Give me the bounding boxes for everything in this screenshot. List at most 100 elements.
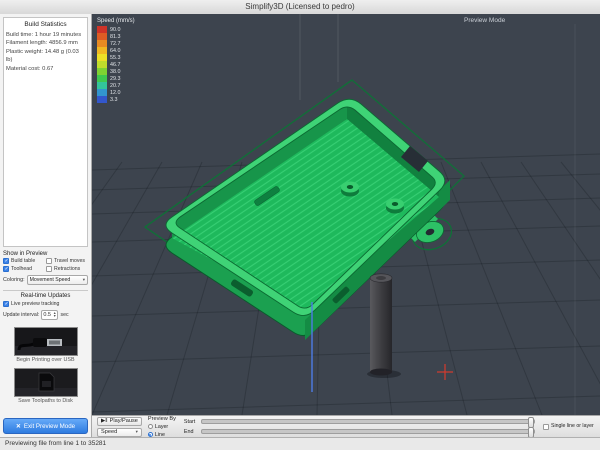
speed-dropdown[interactable]: Speed ▾ bbox=[97, 428, 142, 437]
legend-swatch bbox=[97, 33, 107, 40]
radio-button[interactable] bbox=[148, 424, 153, 429]
legend-entry: 12.0 bbox=[97, 89, 135, 96]
legend-value: 90.0 bbox=[110, 27, 121, 33]
preview-by-group: Preview By Layer Line bbox=[148, 416, 176, 438]
legend-value: 64.0 bbox=[110, 48, 121, 54]
stat-filament-length: Filament length: 4856.9 mm bbox=[6, 39, 85, 47]
legend-entry: 55.3 bbox=[97, 54, 135, 61]
save-toolpaths-button[interactable]: Save Toolpaths to Disk bbox=[14, 368, 78, 404]
legend-swatch bbox=[97, 54, 107, 61]
checkbox-label: Live preview tracking bbox=[11, 301, 59, 307]
legend-swatch bbox=[97, 82, 107, 89]
end-slider-handle[interactable] bbox=[528, 427, 534, 438]
realtime-updates-title: Real-time Updates bbox=[3, 293, 88, 299]
toolhead-cylinder bbox=[367, 274, 401, 378]
checkbox-retractions[interactable]: Retractions bbox=[46, 266, 88, 272]
end-label: End bbox=[184, 429, 198, 435]
app-window: Simplify3D (Licensed to pedro) Build Sta… bbox=[0, 0, 600, 450]
legend-entry: 64.0 bbox=[97, 47, 135, 54]
speed-legend: Speed (mm/s) 90.0 81.3 72.7 64.0 55.3 46… bbox=[97, 18, 135, 103]
build-statistics-panel: Build Statistics Build time: 1 hour 19 m… bbox=[3, 17, 88, 247]
start-label: Start bbox=[184, 419, 198, 425]
update-interval-row: Update interval: 0.5 ▲▼ sec bbox=[3, 310, 88, 320]
checkbox-label: Travel moves bbox=[54, 258, 85, 264]
checkbox[interactable] bbox=[3, 301, 9, 307]
show-in-preview-options: Build table Travel moves Toolhead Retrac… bbox=[3, 258, 88, 272]
legend-value: 72.7 bbox=[110, 41, 121, 47]
single-line-label: Single line or layer bbox=[551, 424, 594, 430]
checkbox[interactable] bbox=[543, 424, 549, 430]
status-bar: Previewing file from line 1 to 35281 bbox=[0, 437, 600, 450]
3d-scene[interactable] bbox=[92, 14, 600, 415]
checkbox-label: Build table bbox=[11, 258, 35, 264]
begin-printing-usb-button[interactable]: Begin Printing over USB bbox=[14, 327, 78, 363]
update-interval-unit: sec bbox=[60, 312, 68, 318]
start-slider[interactable] bbox=[201, 419, 535, 424]
stat-plastic-weight: Plastic weight: 14.48 g (0.03 lb) bbox=[6, 48, 85, 65]
model-interior bbox=[172, 104, 439, 311]
coloring-label: Coloring: bbox=[3, 277, 25, 283]
chevron-down-icon: ▾ bbox=[136, 429, 138, 435]
stat-build-time: Build time: 1 hour 19 minutes bbox=[6, 31, 85, 39]
standoff-boss bbox=[386, 199, 404, 214]
shortcut-cards: Begin Printing over USB Save Toolpaths t… bbox=[3, 327, 88, 405]
legend-value: 3.3 bbox=[110, 97, 118, 103]
coloring-row: Coloring: Movement Speed ▾ bbox=[3, 275, 88, 285]
legend-swatch bbox=[97, 75, 107, 82]
legend-entry: 38.0 bbox=[97, 68, 135, 75]
legend-value: 29.3 bbox=[110, 76, 121, 82]
legend-entry: 20.7 bbox=[97, 82, 135, 89]
legend-value: 38.0 bbox=[110, 69, 121, 75]
legend-swatch bbox=[97, 26, 107, 33]
preview-by-label: Preview By bbox=[148, 416, 176, 422]
single-line-toggle[interactable]: Single line or layer bbox=[543, 424, 595, 430]
legend-swatch bbox=[97, 89, 107, 96]
legend-swatch bbox=[97, 61, 107, 68]
window-title: Simplify3D (Licensed to pedro) bbox=[245, 2, 354, 11]
checkbox-build-table[interactable]: Build table bbox=[3, 258, 45, 264]
update-interval-label: Update interval: bbox=[3, 312, 39, 318]
checkbox[interactable] bbox=[46, 266, 52, 272]
legend-entry: 29.3 bbox=[97, 75, 135, 82]
update-interval-stepper[interactable]: 0.5 ▲▼ bbox=[41, 310, 58, 320]
checkbox[interactable] bbox=[3, 266, 9, 272]
title-bar: Simplify3D (Licensed to pedro) bbox=[0, 0, 600, 15]
stepper-arrows-icon[interactable]: ▲▼ bbox=[53, 312, 56, 319]
radio-label: Layer bbox=[155, 424, 168, 430]
preview-mode-label: Preview Mode bbox=[464, 17, 505, 24]
legend-value: 46.7 bbox=[110, 62, 121, 68]
checkbox[interactable] bbox=[46, 258, 52, 264]
status-text: Previewing file from line 1 to 35281 bbox=[5, 440, 106, 447]
chevron-down-icon: ▾ bbox=[83, 277, 85, 283]
range-sliders: Start End bbox=[182, 419, 537, 435]
checkbox-toolhead[interactable]: Toolhead bbox=[3, 266, 45, 272]
legend-entry: 81.3 bbox=[97, 33, 135, 40]
usb-cable-image bbox=[14, 327, 78, 356]
exit-preview-mode-button[interactable]: ✕ Exit Preview Mode bbox=[3, 418, 88, 434]
preview-viewport[interactable]: Speed (mm/s) 90.0 81.3 72.7 64.0 55.3 46… bbox=[92, 14, 600, 415]
legend-entry: 90.0 bbox=[97, 26, 135, 33]
legend-value: 12.0 bbox=[110, 90, 121, 96]
play-icon: ▶‖ bbox=[101, 418, 108, 424]
end-slider-row: End bbox=[184, 429, 535, 435]
sidebar: Build Statistics Build time: 1 hour 19 m… bbox=[0, 14, 92, 437]
end-slider[interactable] bbox=[201, 429, 535, 434]
checkbox-label: Retractions bbox=[54, 266, 80, 272]
play-pause-button[interactable]: ▶‖ Play/Pause bbox=[97, 417, 142, 426]
show-in-preview-title: Show in Preview bbox=[3, 251, 88, 257]
standoff-boss bbox=[341, 182, 359, 197]
legend-title: Speed (mm/s) bbox=[97, 18, 135, 24]
preview-toolbar: ▶‖ Play/Pause Speed ▾ Preview By Layer L… bbox=[92, 415, 600, 437]
legend-entry: 3.3 bbox=[97, 96, 135, 103]
checkbox-live-preview-tracking[interactable]: Live preview tracking bbox=[3, 301, 88, 307]
start-slider-handle[interactable] bbox=[528, 417, 534, 428]
legend-swatch bbox=[97, 40, 107, 47]
realtime-updates-section: Real-time Updates Live preview tracking … bbox=[3, 290, 88, 320]
coloring-select[interactable]: Movement Speed ▾ bbox=[27, 275, 88, 285]
checkbox[interactable] bbox=[3, 258, 9, 264]
origin-marker bbox=[437, 364, 453, 380]
radio-layer[interactable]: Layer bbox=[148, 424, 176, 430]
checkbox-travel-moves[interactable]: Travel moves bbox=[46, 258, 88, 264]
shortcut-caption: Begin Printing over USB bbox=[14, 357, 78, 363]
legend-value: 20.7 bbox=[110, 83, 121, 89]
